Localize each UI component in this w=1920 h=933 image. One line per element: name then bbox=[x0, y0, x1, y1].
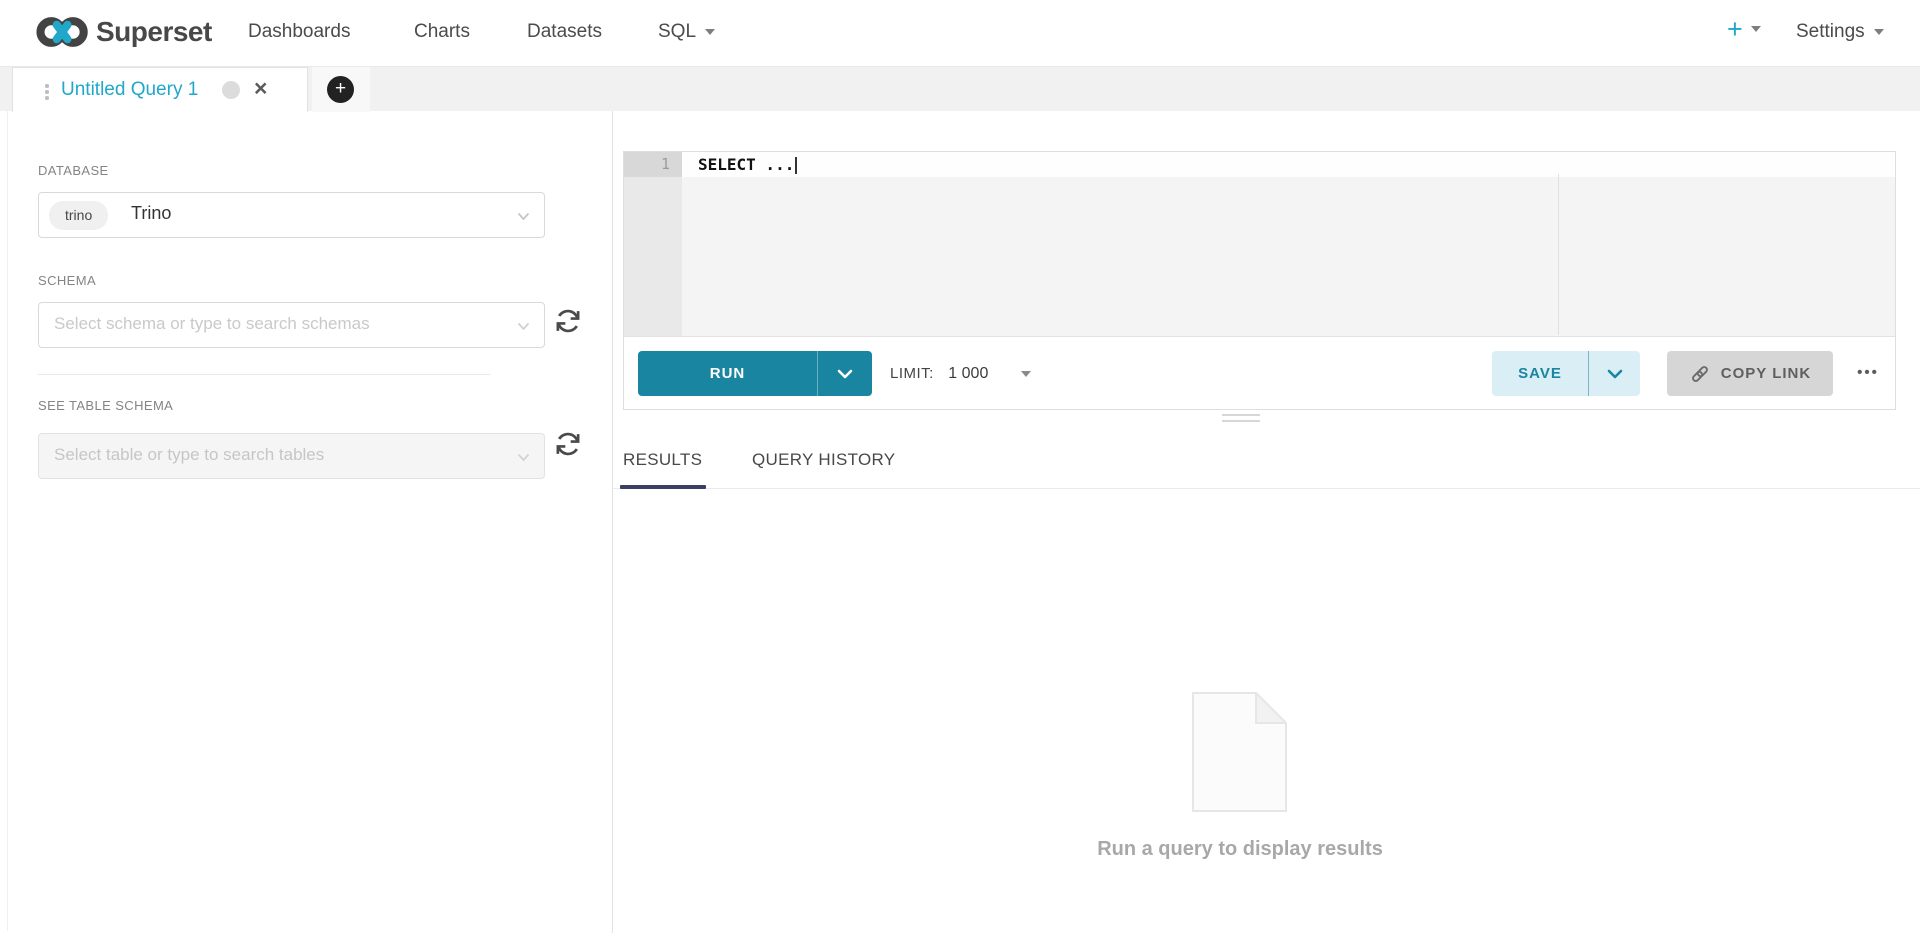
sql-statement: SELECT ... bbox=[698, 155, 794, 174]
database-select[interactable]: trino Trino bbox=[38, 192, 545, 238]
table-select[interactable]: Select table or type to search tables bbox=[38, 433, 545, 479]
sidebar-divider bbox=[38, 374, 490, 375]
nav-item-charts[interactable]: Charts bbox=[414, 21, 470, 43]
close-icon[interactable]: × bbox=[254, 75, 267, 102]
save-options-button[interactable] bbox=[1588, 351, 1640, 396]
active-tab-indicator bbox=[620, 485, 706, 489]
run-options-button[interactable] bbox=[817, 351, 872, 396]
line-number: 1 bbox=[624, 152, 682, 177]
empty-document-icon bbox=[1192, 692, 1287, 812]
schema-select[interactable]: Select schema or type to search schemas bbox=[38, 302, 545, 348]
settings-menu-button[interactable]: Settings bbox=[1796, 21, 1884, 43]
results-tabs-border bbox=[613, 488, 1920, 489]
schema-select-placeholder: Select schema or type to search schemas bbox=[54, 314, 370, 334]
splitter-line bbox=[1222, 414, 1260, 416]
query-status-dot bbox=[222, 81, 240, 99]
nav-item-sql[interactable]: SQL bbox=[658, 21, 715, 43]
limit-value: 1 000 bbox=[948, 365, 988, 382]
active-line-highlight bbox=[682, 152, 1895, 177]
tab-results[interactable]: RESULTS bbox=[623, 450, 702, 470]
chevron-down-icon bbox=[517, 212, 530, 221]
limit-label: LIMIT: bbox=[890, 365, 934, 382]
sql-lab-page: Superset Dashboards Charts Datasets SQL … bbox=[0, 0, 1920, 933]
app-header: Superset Dashboards Charts Datasets SQL … bbox=[0, 0, 1920, 66]
chevron-down-icon bbox=[837, 369, 853, 379]
editor-gutter: 1 bbox=[624, 152, 682, 336]
add-query-tab[interactable]: + bbox=[312, 67, 370, 112]
nav-item-label: SQL bbox=[658, 21, 696, 42]
copy-link-button[interactable]: COPY LINK bbox=[1667, 351, 1833, 396]
query-tab-title: Untitled Query 1 bbox=[61, 79, 198, 101]
brand-title: Superset bbox=[96, 16, 212, 48]
run-query-button[interactable]: RUN bbox=[638, 351, 872, 396]
query-tab-bar: Untitled Query 1 × + bbox=[0, 66, 1920, 111]
print-margin-line bbox=[1558, 174, 1559, 335]
sql-code-editor[interactable]: 1 SELECT ... bbox=[624, 152, 1895, 336]
refresh-schemas-icon[interactable] bbox=[552, 305, 584, 337]
chevron-down-icon bbox=[517, 453, 530, 462]
drag-handle-icon[interactable] bbox=[45, 84, 49, 102]
splitter-line bbox=[1222, 420, 1260, 422]
panel-left-edge bbox=[7, 111, 8, 931]
schema-label: SCHEMA bbox=[38, 273, 96, 288]
more-actions-icon[interactable]: ••• bbox=[1846, 351, 1890, 396]
table-select-placeholder: Select table or type to search tables bbox=[54, 445, 324, 465]
refresh-tables-icon[interactable] bbox=[552, 428, 584, 460]
chevron-down-icon bbox=[1607, 369, 1623, 379]
panel-resize-divider[interactable] bbox=[612, 111, 613, 933]
plus-icon: + bbox=[1727, 14, 1743, 44]
chevron-down-icon bbox=[1874, 29, 1884, 35]
database-label: DATABASE bbox=[38, 163, 109, 178]
save-query-button[interactable]: SAVE bbox=[1492, 351, 1640, 396]
chevron-down-icon bbox=[517, 322, 530, 331]
link-icon bbox=[1689, 363, 1711, 385]
sql-code-text: SELECT ... bbox=[698, 152, 797, 177]
empty-results-message: Run a query to display results bbox=[990, 838, 1490, 861]
settings-label: Settings bbox=[1796, 21, 1865, 42]
database-engine-tag: trino bbox=[49, 201, 108, 230]
copy-link-label: COPY LINK bbox=[1721, 365, 1811, 382]
tab-query-history[interactable]: QUERY HISTORY bbox=[752, 450, 895, 470]
nav-item-label: Charts bbox=[414, 21, 470, 42]
nav-item-datasets[interactable]: Datasets bbox=[527, 21, 602, 43]
editor-toolbar: RUN LIMIT: 1 000 SAVE bbox=[624, 337, 1895, 409]
new-item-menu-button[interactable]: + bbox=[1727, 14, 1761, 45]
chevron-down-icon bbox=[1751, 26, 1761, 32]
sql-editor-container: 1 SELECT ... RUN LIMIT: 1 000 SAVE bbox=[623, 151, 1896, 410]
query-tab-active[interactable]: Untitled Query 1 × bbox=[12, 67, 308, 112]
query-limit-dropdown[interactable]: LIMIT: 1 000 bbox=[890, 351, 1031, 396]
nav-item-label: Dashboards bbox=[248, 21, 350, 42]
nav-item-dashboards[interactable]: Dashboards bbox=[248, 21, 350, 43]
run-button-label[interactable]: RUN bbox=[638, 351, 817, 396]
database-select-value: Trino bbox=[131, 203, 171, 224]
chevron-down-icon bbox=[705, 29, 715, 35]
nav-item-label: Datasets bbox=[527, 21, 602, 42]
caret-down-icon bbox=[1021, 371, 1031, 377]
save-button-label[interactable]: SAVE bbox=[1492, 351, 1588, 396]
table-schema-label: SEE TABLE SCHEMA bbox=[38, 398, 173, 413]
text-cursor bbox=[795, 157, 797, 174]
add-icon: + bbox=[327, 76, 354, 103]
superset-logo-icon[interactable] bbox=[36, 16, 90, 48]
